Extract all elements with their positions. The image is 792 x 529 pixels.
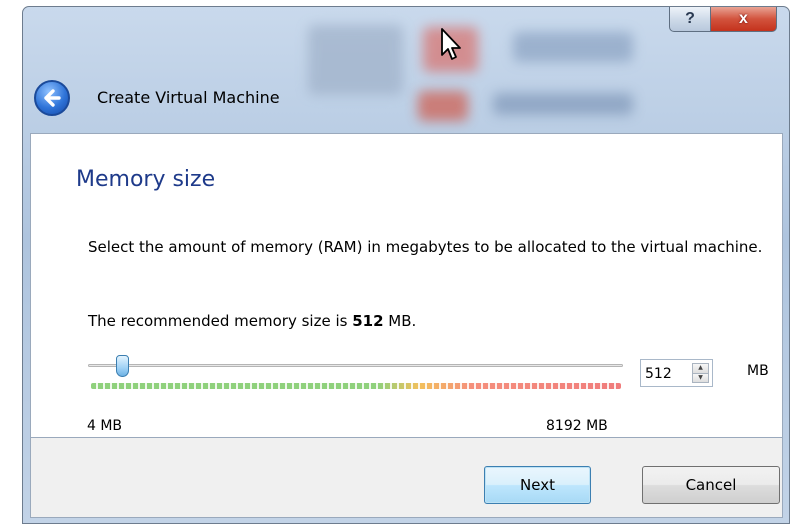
slider-handle[interactable] [116, 355, 129, 377]
page-description: Select the amount of memory (RAM) in meg… [88, 238, 763, 256]
recommended-prefix: The recommended memory size is [88, 312, 353, 330]
spin-down-icon[interactable]: ▼ [693, 373, 708, 382]
recommended-suffix: MB. [383, 312, 417, 330]
button-bar: Next Cancel [30, 438, 783, 518]
slider-track[interactable] [88, 364, 623, 367]
memory-spinbox[interactable]: ▲ ▼ [640, 359, 713, 387]
spin-buttons: ▲ ▼ [692, 363, 709, 383]
close-button[interactable]: x [711, 7, 777, 32]
memory-slider[interactable] [88, 355, 623, 395]
cancel-button[interactable]: Cancel [642, 466, 780, 504]
wizard-page: Memory size Select the amount of memory … [30, 133, 783, 438]
memory-input[interactable] [645, 364, 685, 384]
recommended-memory-text: The recommended memory size is 512 MB. [88, 312, 416, 330]
slider-min-label: 4 MB [87, 418, 123, 434]
mouse-cursor-icon [441, 28, 461, 60]
back-button[interactable] [34, 80, 70, 116]
page-title: Memory size [76, 167, 216, 192]
window-title: Create Virtual Machine [97, 88, 280, 107]
slider-max-label: 8192 MB [546, 418, 608, 434]
next-button[interactable]: Next [484, 466, 591, 504]
screen-edge [0, 436, 22, 529]
back-arrow-icon [44, 89, 61, 107]
close-icon: x [739, 10, 748, 27]
help-icon: ? [685, 10, 695, 27]
memory-unit-label: MB [747, 363, 769, 379]
recommended-value: 512 [352, 312, 384, 330]
slider-range-indicator [91, 383, 621, 389]
spin-up-icon[interactable]: ▲ [693, 364, 708, 374]
window-controls: ? x [669, 7, 777, 32]
create-vm-dialog: ? x Create Virtual Machine Memory size S… [22, 6, 790, 524]
help-button[interactable]: ? [669, 7, 711, 32]
